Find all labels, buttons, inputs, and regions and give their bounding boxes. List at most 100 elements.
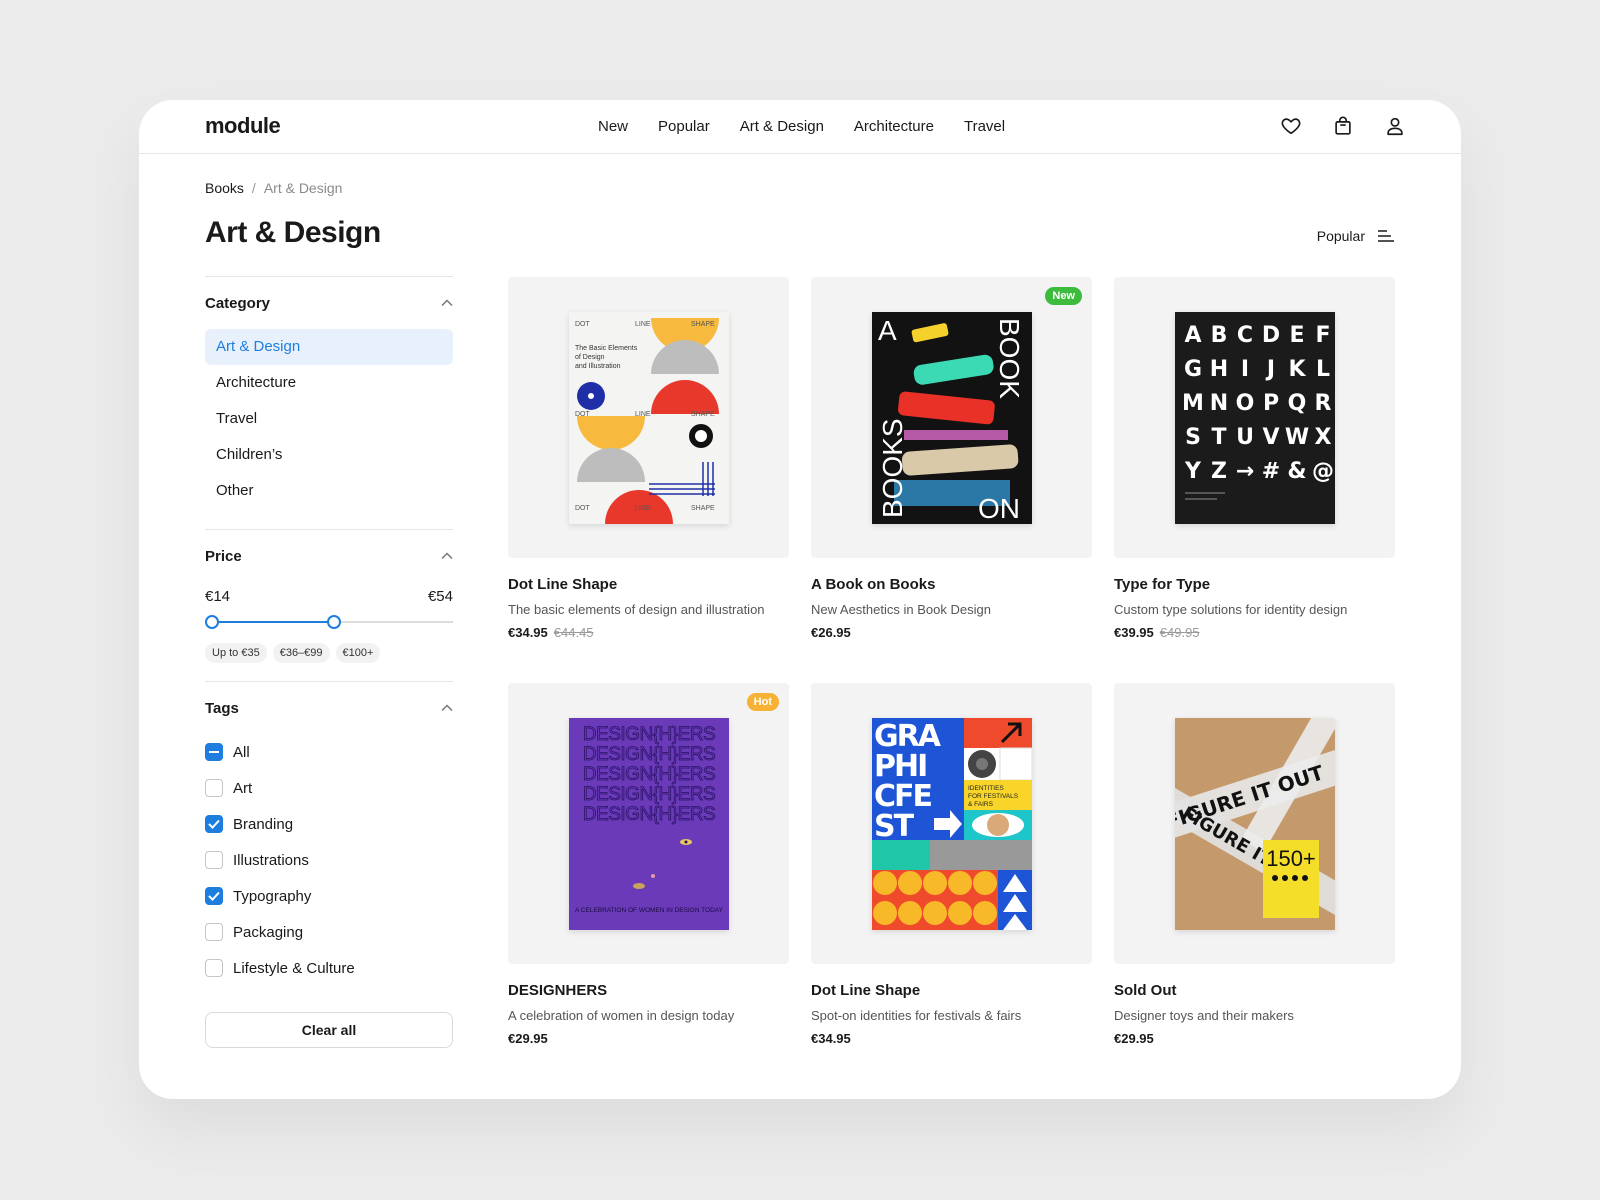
tag-item-typography[interactable]: Typography — [205, 878, 453, 914]
cover-text: BOOK — [994, 318, 1025, 399]
tag-item-branding[interactable]: Branding — [205, 806, 453, 842]
tag-checkbox[interactable] — [205, 923, 223, 941]
cover-text: I — [1240, 357, 1248, 382]
product-title[interactable]: DESIGNHERS — [508, 982, 789, 999]
price-slider[interactable] — [205, 611, 453, 633]
price-chip-up-to-35[interactable]: Up to €35 — [205, 643, 267, 663]
product-current-price: €34.95 — [811, 1031, 851, 1046]
product-image[interactable]: DESIGN{H}ERS DESIGN{H}ERS DESIGN{H}ERS DESI… — [508, 683, 789, 964]
tag-label: Packaging — [233, 923, 304, 941]
price-values: €14 €54 — [205, 588, 453, 605]
product-image[interactable]: A BOOK BOOKS ON New — [811, 277, 1092, 558]
product-title[interactable]: Dot Line Shape — [811, 982, 1092, 999]
price-chips: Up to €35 €36–€99 €100+ — [205, 643, 453, 663]
cover-text: & — [1287, 459, 1306, 484]
product-card[interactable]: DOT LINE SHAPE DOT LINE SHAPE DOT LINE SHAPE The … — [508, 277, 789, 683]
product-current-price: €39.95 — [1114, 625, 1154, 640]
tag-checkbox[interactable] — [205, 779, 223, 797]
cover-text: IDENTITIES — [968, 785, 1004, 792]
breadcrumb-root[interactable]: Books — [205, 180, 244, 196]
nav-new[interactable]: New — [598, 118, 628, 135]
sort-control[interactable]: Popular — [1317, 228, 1395, 244]
product-old-price: €49.95 — [1159, 625, 1200, 640]
category-item-architecture[interactable]: Architecture — [205, 365, 453, 401]
cover-text: C — [1236, 323, 1252, 348]
product-image[interactable]: DOT LINE SHAPE DOT LINE SHAPE DOT LINE SHAPE The … — [508, 277, 789, 558]
product-image[interactable]: GRA PHI CFE ST IDENTITIES FOR FESTIVALS & FAIR… — [811, 683, 1092, 964]
tag-checkbox[interactable] — [205, 743, 223, 761]
filter-sidebar: Category Art & Design Architecture Trave… — [205, 276, 453, 1048]
cover-text: A — [1184, 323, 1201, 348]
tag-item-art[interactable]: Art — [205, 770, 453, 806]
cover-text: 150+ — [1266, 846, 1316, 871]
main-nav: New Popular Art & Design Architecture Tr… — [598, 118, 1005, 135]
tag-item-packaging[interactable]: Packaging — [205, 914, 453, 950]
product-price: €26.95 — [811, 625, 1092, 640]
product-subtitle: The basic elements of design and illustr… — [508, 602, 765, 617]
product-current-price: €34.95 — [508, 625, 548, 640]
nav-travel[interactable]: Travel — [964, 118, 1005, 135]
product-card[interactable]: GRA PHI CFE ST IDENTITIES FOR FESTIVALS & FAIR… — [811, 683, 1092, 1089]
category-header[interactable]: Category — [205, 277, 453, 329]
product-badge: Hot — [746, 693, 779, 711]
tag-checkbox[interactable] — [205, 887, 223, 905]
cover-text: @ — [1312, 459, 1334, 484]
price-chip-36-99[interactable]: €36–€99 — [272, 643, 330, 663]
product-title[interactable]: A Book on Books — [811, 576, 1092, 593]
chevron-up-icon[interactable] — [441, 299, 453, 307]
slider-thumb-max[interactable] — [326, 615, 341, 629]
product-title[interactable]: Dot Line Shape — [508, 576, 789, 593]
category-item-travel[interactable]: Travel — [205, 401, 453, 437]
tag-checkbox[interactable] — [205, 959, 223, 977]
category-item-art-design[interactable]: Art & Design — [205, 329, 453, 365]
page-title: Art & Design — [205, 216, 381, 249]
cover-text: A — [878, 315, 897, 346]
product-image[interactable]: FIGURE IT OUT FIGURE IT OUT 150+ — [1114, 683, 1395, 964]
product-title[interactable]: Type for Type — [1114, 576, 1395, 593]
category-item-other[interactable]: Other — [205, 473, 453, 509]
product-card[interactable]: DESIGN{H}ERS DESIGN{H}ERS DESIGN{H}ERS DESI… — [508, 683, 789, 1089]
slider-thumb-min[interactable] — [205, 615, 220, 629]
cover-text: Y — [1184, 459, 1202, 484]
tag-label: Illustrations — [233, 851, 309, 869]
heart-icon[interactable] — [1279, 114, 1303, 138]
nav-art-design[interactable]: Art & Design — [740, 118, 824, 135]
product-title[interactable]: Sold Out — [1114, 982, 1395, 999]
price-header[interactable]: Price — [205, 530, 453, 582]
product-card[interactable]: FIGURE IT OUT FIGURE IT OUT 150+ Sold Out De… — [1114, 683, 1395, 1089]
clear-all-button[interactable]: Clear all — [205, 1012, 453, 1048]
tag-checkbox[interactable] — [205, 851, 223, 869]
chevron-up-icon[interactable] — [441, 704, 453, 712]
book-cover: A BOOK BOOKS ON — [871, 311, 1032, 524]
user-icon[interactable] — [1383, 114, 1407, 138]
nav-architecture[interactable]: Architecture — [854, 118, 934, 135]
chevron-up-icon[interactable] — [441, 552, 453, 560]
cover-text: DESIGN{H}ERS — [582, 724, 714, 745]
category-item-childrens[interactable]: Children’s — [205, 437, 453, 473]
product-card[interactable]: A B C D E F G H I J K L M N O P Q R S T U V W X Y Z → # & @ Type for T… — [1114, 277, 1395, 683]
cover-text: V — [1262, 425, 1279, 450]
price-chip-100-plus[interactable]: €100+ — [335, 643, 381, 663]
tag-item-illustrations[interactable]: Illustrations — [205, 842, 453, 878]
tag-item-all[interactable]: All — [205, 734, 453, 770]
cover-text: BOOKS — [877, 418, 908, 518]
nav-popular[interactable]: Popular — [658, 118, 710, 135]
cover-text: P — [1262, 391, 1278, 416]
bag-icon[interactable] — [1331, 114, 1355, 138]
cover-text: and Illustration — [575, 363, 621, 370]
tags-header[interactable]: Tags — [205, 682, 453, 734]
breadcrumb-current: Art & Design — [263, 180, 343, 196]
app-window: module New Popular Art & Design Architec… — [139, 100, 1461, 1099]
product-card[interactable]: A BOOK BOOKS ON New A Book on Books New Aesthe… — [811, 277, 1092, 683]
product-price: €34.95 €44.45 — [508, 625, 789, 640]
cover-text: J — [1264, 357, 1274, 382]
product-image[interactable]: A B C D E F G H I J K L M N O P Q R S T U V W X Y Z → # & @ — [1114, 277, 1395, 558]
cover-text: F — [1315, 323, 1330, 348]
tag-checkbox[interactable] — [205, 815, 223, 833]
price-max: €54 — [427, 588, 453, 605]
product-subtitle: Custom type solutions for identity desig… — [1114, 602, 1348, 617]
sort-icon — [1378, 230, 1394, 242]
logo[interactable]: module — [205, 113, 281, 139]
product-price: €29.95 — [1114, 1031, 1395, 1046]
tag-item-lifestyle-culture[interactable]: Lifestyle & Culture — [205, 950, 453, 986]
